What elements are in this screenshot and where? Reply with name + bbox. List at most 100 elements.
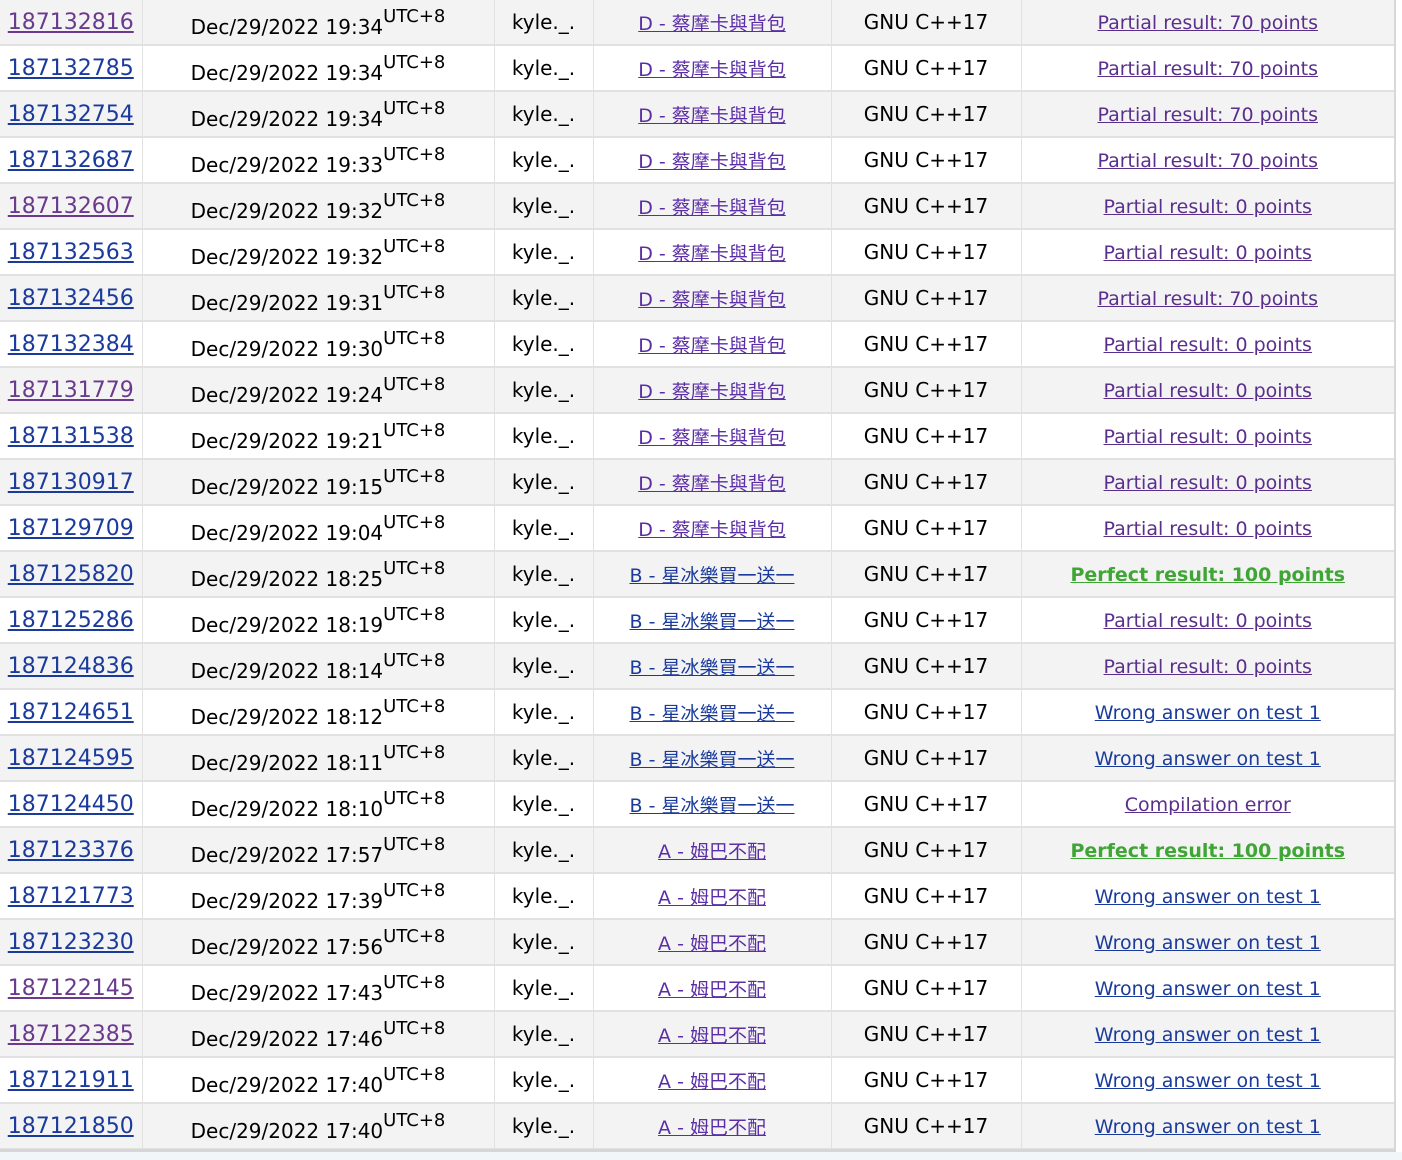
verdict-link[interactable]: Partial result: 0 points <box>1104 196 1312 218</box>
timezone-label: UTC+8 <box>383 1063 446 1085</box>
verdict-link[interactable]: Partial result: 0 points <box>1104 334 1312 356</box>
table-row: 187125286 Dec/29/2022 18:19UTC+8 kyle._.… <box>0 597 1394 644</box>
verdict-link[interactable]: Wrong answer on test 1 <box>1095 1070 1321 1092</box>
submission-id-link[interactable]: 187132754 <box>8 102 134 127</box>
problem-link[interactable]: D - 蔡摩卡與背包 <box>638 151 786 173</box>
table-row: 187123376 Dec/29/2022 17:57UTC+8 kyle._.… <box>0 827 1394 874</box>
verdict-link[interactable]: Wrong answer on test 1 <box>1095 702 1321 724</box>
submission-id-link[interactable]: 187129709 <box>8 516 134 541</box>
problem-link[interactable]: A - 姆巴不配 <box>658 933 766 955</box>
submission-id-link[interactable]: 187123230 <box>8 930 134 955</box>
problem-link[interactable]: A - 姆巴不配 <box>658 979 766 1001</box>
submission-id-link[interactable]: 187123376 <box>8 838 134 863</box>
verdict-link[interactable]: Partial result: 0 points <box>1104 380 1312 402</box>
problem-link[interactable]: D - 蔡摩卡與背包 <box>638 381 786 403</box>
problem-link[interactable]: D - 蔡摩卡與背包 <box>638 243 786 265</box>
problem-link[interactable]: B - 星冰樂買一送一 <box>630 795 795 817</box>
submission-id-link[interactable]: 187131779 <box>8 378 134 403</box>
verdict-link[interactable]: Partial result: 70 points <box>1097 58 1318 80</box>
submission-id-link[interactable]: 187125286 <box>8 608 134 633</box>
problem-link[interactable]: D - 蔡摩卡與背包 <box>638 197 786 219</box>
author-cell: kyle._. <box>494 735 594 782</box>
problem-link[interactable]: D - 蔡摩卡與背包 <box>638 105 786 127</box>
submission-id-link[interactable]: 187132785 <box>8 56 134 81</box>
table-row: 187130917 Dec/29/2022 19:15UTC+8 kyle._.… <box>0 459 1394 506</box>
verdict-link[interactable]: Partial result: 0 points <box>1104 426 1312 448</box>
submission-id-link[interactable]: 187124450 <box>8 792 134 817</box>
verdict-link[interactable]: Partial result: 0 points <box>1104 472 1312 494</box>
problem-link[interactable]: A - 姆巴不配 <box>658 841 766 863</box>
language-label: GNU C++17 <box>863 1114 989 1138</box>
submission-time: Dec/29/2022 19:24 <box>190 382 384 407</box>
submission-id-link[interactable]: 187121911 <box>8 1068 134 1093</box>
verdict-link[interactable]: Wrong answer on test 1 <box>1095 978 1321 1000</box>
problem-link[interactable]: B - 星冰樂買一送一 <box>630 703 795 725</box>
submission-id-cell: 187132785 <box>0 45 143 92</box>
submission-time: Dec/29/2022 19:32 <box>190 244 384 269</box>
submission-id-link[interactable]: 187121773 <box>8 884 134 909</box>
submission-id-link[interactable]: 187130917 <box>8 470 134 495</box>
problem-link[interactable]: A - 姆巴不配 <box>658 1117 766 1139</box>
problem-link[interactable]: D - 蔡摩卡與背包 <box>638 473 786 495</box>
verdict-link[interactable]: Wrong answer on test 1 <box>1095 886 1321 908</box>
problem-link[interactable]: A - 姆巴不配 <box>658 887 766 909</box>
problem-cell: A - 姆巴不配 <box>593 1011 832 1058</box>
submission-id-link[interactable]: 187132816 <box>8 10 134 35</box>
problem-link[interactable]: B - 星冰樂買一送一 <box>630 611 795 633</box>
problem-link[interactable]: B - 星冰樂買一送一 <box>630 565 795 587</box>
verdict-link[interactable]: Partial result: 0 points <box>1104 656 1312 678</box>
problem-cell: A - 姆巴不配 <box>593 827 832 874</box>
submission-id-link[interactable]: 187122145 <box>8 976 134 1001</box>
author-cell: kyle._. <box>494 45 594 92</box>
verdict-link[interactable]: Partial result: 70 points <box>1097 288 1318 310</box>
verdict-link[interactable]: Wrong answer on test 1 <box>1095 1116 1321 1138</box>
problem-cell: D - 蔡摩卡與背包 <box>593 0 832 46</box>
verdict-link[interactable]: Partial result: 70 points <box>1097 12 1318 34</box>
problem-link[interactable]: D - 蔡摩卡與背包 <box>638 519 786 541</box>
verdict-link[interactable]: Wrong answer on test 1 <box>1095 748 1321 770</box>
timezone-label: UTC+8 <box>383 327 446 349</box>
language-label: GNU C++17 <box>863 700 989 724</box>
submission-id-link[interactable]: 187122385 <box>8 1022 134 1047</box>
submission-id-link[interactable]: 187132687 <box>8 148 134 173</box>
verdict-link[interactable]: Wrong answer on test 1 <box>1095 932 1321 954</box>
problem-link[interactable]: D - 蔡摩卡與背包 <box>638 335 786 357</box>
submission-id-link[interactable]: 187124836 <box>8 654 134 679</box>
verdict-link[interactable]: Partial result: 0 points <box>1104 518 1312 540</box>
problem-link[interactable]: D - 蔡摩卡與背包 <box>638 427 786 449</box>
problem-link[interactable]: D - 蔡摩卡與背包 <box>638 59 786 81</box>
problem-link[interactable]: A - 姆巴不配 <box>658 1025 766 1047</box>
verdict-link[interactable]: Perfect result: 100 points <box>1070 840 1345 862</box>
author-cell: kyle._. <box>494 0 594 46</box>
problem-link[interactable]: D - 蔡摩卡與背包 <box>638 13 786 35</box>
verdict-link[interactable]: Partial result: 70 points <box>1097 104 1318 126</box>
verdict-link[interactable]: Wrong answer on test 1 <box>1095 1024 1321 1046</box>
author-cell: kyle._. <box>494 459 594 506</box>
verdict-link[interactable]: Partial result: 0 points <box>1104 242 1312 264</box>
verdict-link[interactable]: Partial result: 0 points <box>1104 610 1312 632</box>
author-name: kyle._. <box>511 240 576 264</box>
verdict-link[interactable]: Compilation error <box>1125 794 1291 816</box>
problem-cell: A - 姆巴不配 <box>593 1103 832 1149</box>
submission-time-cell: Dec/29/2022 19:32UTC+8 <box>142 183 495 230</box>
verdict-link[interactable]: Partial result: 70 points <box>1097 150 1318 172</box>
verdict-link[interactable]: Perfect result: 100 points <box>1070 564 1345 586</box>
submission-id-link[interactable]: 187124595 <box>8 746 134 771</box>
author-name: kyle._. <box>511 792 576 816</box>
submission-id-link[interactable]: 187121850 <box>8 1114 134 1139</box>
problem-link[interactable]: A - 姆巴不配 <box>658 1071 766 1093</box>
problem-link[interactable]: B - 星冰樂買一送一 <box>630 749 795 771</box>
submission-id-link[interactable]: 187132607 <box>8 194 134 219</box>
verdict-cell: Partial result: 0 points <box>1021 459 1394 506</box>
submission-id-link[interactable]: 187124651 <box>8 700 134 725</box>
submission-id-link[interactable]: 187131538 <box>8 424 134 449</box>
submission-id-link[interactable]: 187132456 <box>8 286 134 311</box>
submission-id-link[interactable]: 187132384 <box>8 332 134 357</box>
submission-id-cell: 187132456 <box>0 275 143 322</box>
problem-cell: D - 蔡摩卡與背包 <box>593 91 832 138</box>
language-cell: GNU C++17 <box>831 919 1022 966</box>
submission-id-link[interactable]: 187125820 <box>8 562 134 587</box>
problem-link[interactable]: D - 蔡摩卡與背包 <box>638 289 786 311</box>
problem-link[interactable]: B - 星冰樂買一送一 <box>630 657 795 679</box>
submission-id-link[interactable]: 187132563 <box>8 240 134 265</box>
